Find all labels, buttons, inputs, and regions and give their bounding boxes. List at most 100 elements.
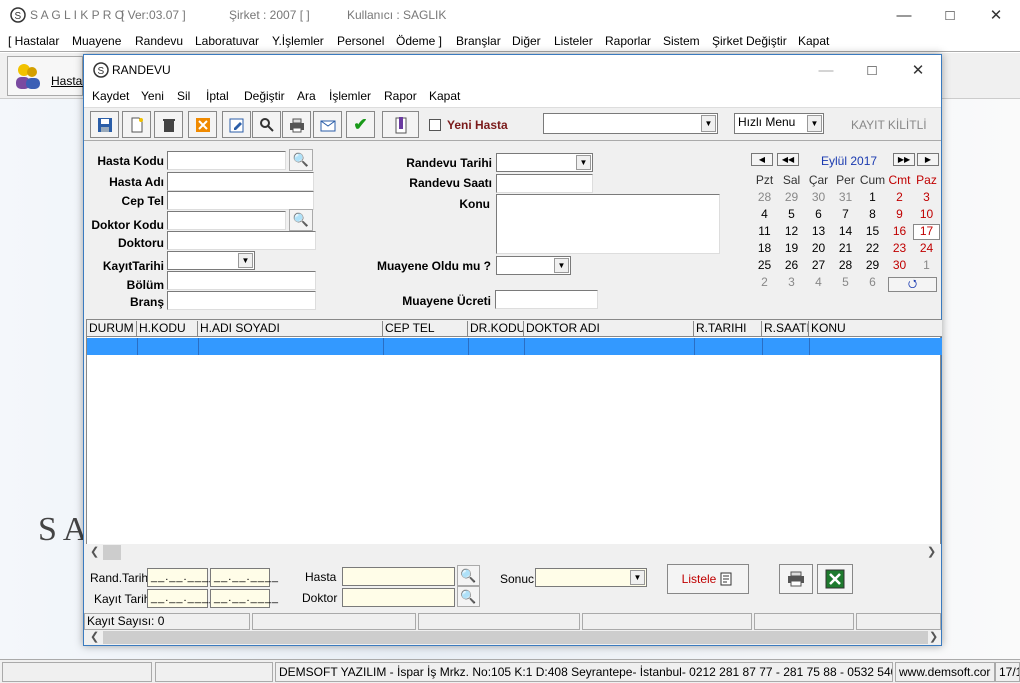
prev-year-button[interactable]: ◀◀ — [777, 153, 799, 166]
next-month-button[interactable]: ▶ — [917, 153, 939, 166]
menu-muayene[interactable]: Muayene — [72, 34, 121, 48]
calendar-day[interactable]: 19 — [778, 241, 805, 255]
delete-button[interactable] — [154, 111, 183, 138]
column-header[interactable]: KONU — [809, 321, 942, 337]
calendar-day[interactable]: 31 — [832, 190, 859, 204]
rand-tarihi-end-input[interactable]: __.__.____ — [210, 568, 278, 587]
calendar-day[interactable]: 25 — [751, 258, 778, 272]
menu-randevu[interactable]: Randevu — [135, 34, 183, 48]
scroll-left-icon[interactable]: ❮ — [90, 545, 99, 558]
menu-sistem[interactable]: Sistem — [663, 34, 700, 48]
kayit-tarihi-start-input[interactable]: __.__.____ — [147, 589, 215, 608]
doktor-search-button[interactable]: 🔍 — [289, 209, 313, 231]
calendar-day[interactable]: 17 — [913, 224, 940, 240]
muayene-ucreti-input[interactable] — [495, 290, 598, 309]
randevu-tarihi-picker[interactable]: ▼ — [496, 153, 593, 172]
brans-input[interactable] — [167, 291, 316, 310]
menu-kapat[interactable]: Kapat — [798, 34, 829, 48]
calendar-day[interactable]: 18 — [751, 241, 778, 255]
close-button[interactable]: ✕ — [973, 0, 1019, 30]
column-header[interactable]: DR.KODU — [468, 321, 524, 337]
randevu-saati-input[interactable] — [496, 174, 593, 193]
menu-listeler[interactable]: Listeler — [554, 34, 593, 48]
doktor-kodu-input[interactable] — [167, 211, 286, 230]
table-row[interactable] — [87, 338, 942, 355]
doktor-filter-search-button[interactable]: 🔍 — [457, 586, 480, 607]
menu-branslar[interactable]: Branşlar — [456, 34, 501, 48]
menu-laboratuvar[interactable]: Laboratuvar — [195, 34, 259, 48]
randevu-minimize-button[interactable]: — — [803, 55, 849, 85]
menu-yislemler[interactable]: Y.İşlemler — [272, 34, 324, 48]
hastalar-toolbar-button[interactable]: Hastala — [7, 56, 92, 96]
window-horizontal-scrollbar[interactable]: ❮ ❯ — [86, 630, 941, 645]
edit-button[interactable] — [222, 111, 251, 138]
calendar-day[interactable]: 4 — [751, 207, 778, 221]
calendar-day[interactable]: 20 — [805, 241, 832, 255]
column-header[interactable]: H.KODU — [137, 321, 198, 337]
calendar-day[interactable]: 12 — [778, 224, 805, 238]
patient-search-combo[interactable]: ▼ — [543, 113, 718, 134]
calendar-day[interactable]: 3 — [913, 190, 940, 204]
menu-personel[interactable]: Personel — [337, 34, 384, 48]
new-button[interactable] — [122, 111, 151, 138]
muayene-oldu-select[interactable]: ▼ — [496, 256, 571, 275]
menu-degistir[interactable]: Değiştir — [244, 89, 285, 103]
scroll-left-icon[interactable]: ❮ — [90, 630, 99, 643]
menu-sil[interactable]: Sil — [177, 89, 190, 103]
scroll-thumb[interactable] — [103, 631, 928, 644]
doktoru-input[interactable] — [167, 231, 316, 250]
calendar-day[interactable]: 11 — [751, 224, 778, 238]
kayit-tarihi-end-input[interactable]: __.__.____ — [210, 589, 278, 608]
menu-odeme[interactable]: Ödeme ] — [396, 34, 442, 48]
column-header[interactable]: R.TARIHI — [694, 321, 762, 337]
menu-sirket-degistir[interactable]: Şirket Değiştir — [712, 34, 787, 48]
calendar-day[interactable]: 13 — [805, 224, 832, 238]
calendar-day[interactable]: 10 — [913, 207, 940, 221]
calendar-day[interactable]: 23 — [886, 241, 913, 255]
calendar-day[interactable]: 24 — [913, 241, 940, 255]
kayit-tarihi-picker[interactable]: ▼ — [167, 251, 255, 270]
calendar-today-button[interactable]: ⭯ — [888, 277, 937, 292]
menu-islemler[interactable]: İşlemler — [329, 89, 371, 103]
hasta-adi-input[interactable] — [167, 172, 314, 191]
scroll-right-icon[interactable]: ❯ — [927, 545, 936, 558]
column-header[interactable]: H.ADI SOYADI — [198, 321, 383, 337]
listele-button[interactable]: Listele — [667, 564, 749, 594]
confirm-button[interactable]: ✔ — [346, 111, 375, 138]
scroll-thumb[interactable] — [103, 545, 121, 560]
hasta-filter-input[interactable] — [342, 567, 455, 586]
scroll-right-icon[interactable]: ❯ — [929, 630, 938, 643]
rand-tarihi-start-input[interactable]: __.__.____ — [147, 568, 215, 587]
column-header[interactable]: R.SAATI — [762, 321, 809, 337]
save-button[interactable] — [90, 111, 119, 138]
konu-textarea[interactable] — [496, 194, 720, 254]
calendar-day[interactable]: 1 — [913, 258, 940, 272]
exit-button[interactable] — [382, 111, 419, 138]
column-header[interactable]: DOKTOR ADI — [524, 321, 694, 337]
minimize-button[interactable]: — — [881, 0, 927, 30]
hasta-filter-search-button[interactable]: 🔍 — [457, 565, 480, 586]
doktor-filter-input[interactable] — [342, 588, 455, 607]
quick-menu-select[interactable]: Hızlı Menu ▼ — [734, 113, 824, 134]
calendar-day[interactable]: 29 — [859, 258, 886, 272]
calendar-day[interactable]: 7 — [832, 207, 859, 221]
print-list-button[interactable] — [779, 564, 813, 594]
calendar-day[interactable]: 6 — [805, 207, 832, 221]
mail-button[interactable] — [313, 111, 342, 138]
menu-rapor[interactable]: Rapor — [384, 89, 417, 103]
calendar-day[interactable]: 30 — [805, 190, 832, 204]
calendar-day[interactable]: 5 — [778, 207, 805, 221]
calendar-day[interactable]: 30 — [886, 258, 913, 272]
menu-yeni[interactable]: Yeni — [141, 89, 164, 103]
hasta-search-button[interactable]: 🔍 — [289, 149, 313, 171]
menu-diger[interactable]: Diğer — [512, 34, 541, 48]
yeni-hasta-checkbox[interactable] — [429, 119, 441, 131]
calendar-day[interactable]: 5 — [832, 275, 859, 289]
calendar-day[interactable]: 27 — [805, 258, 832, 272]
menu-kapat[interactable]: Kapat — [429, 89, 460, 103]
calendar-day[interactable]: 6 — [859, 275, 886, 289]
sonuc-select[interactable]: ▼ — [535, 568, 647, 587]
search-button[interactable] — [252, 111, 281, 138]
calendar-day[interactable]: 2 — [886, 190, 913, 204]
column-header[interactable]: CEP TEL — [383, 321, 468, 337]
